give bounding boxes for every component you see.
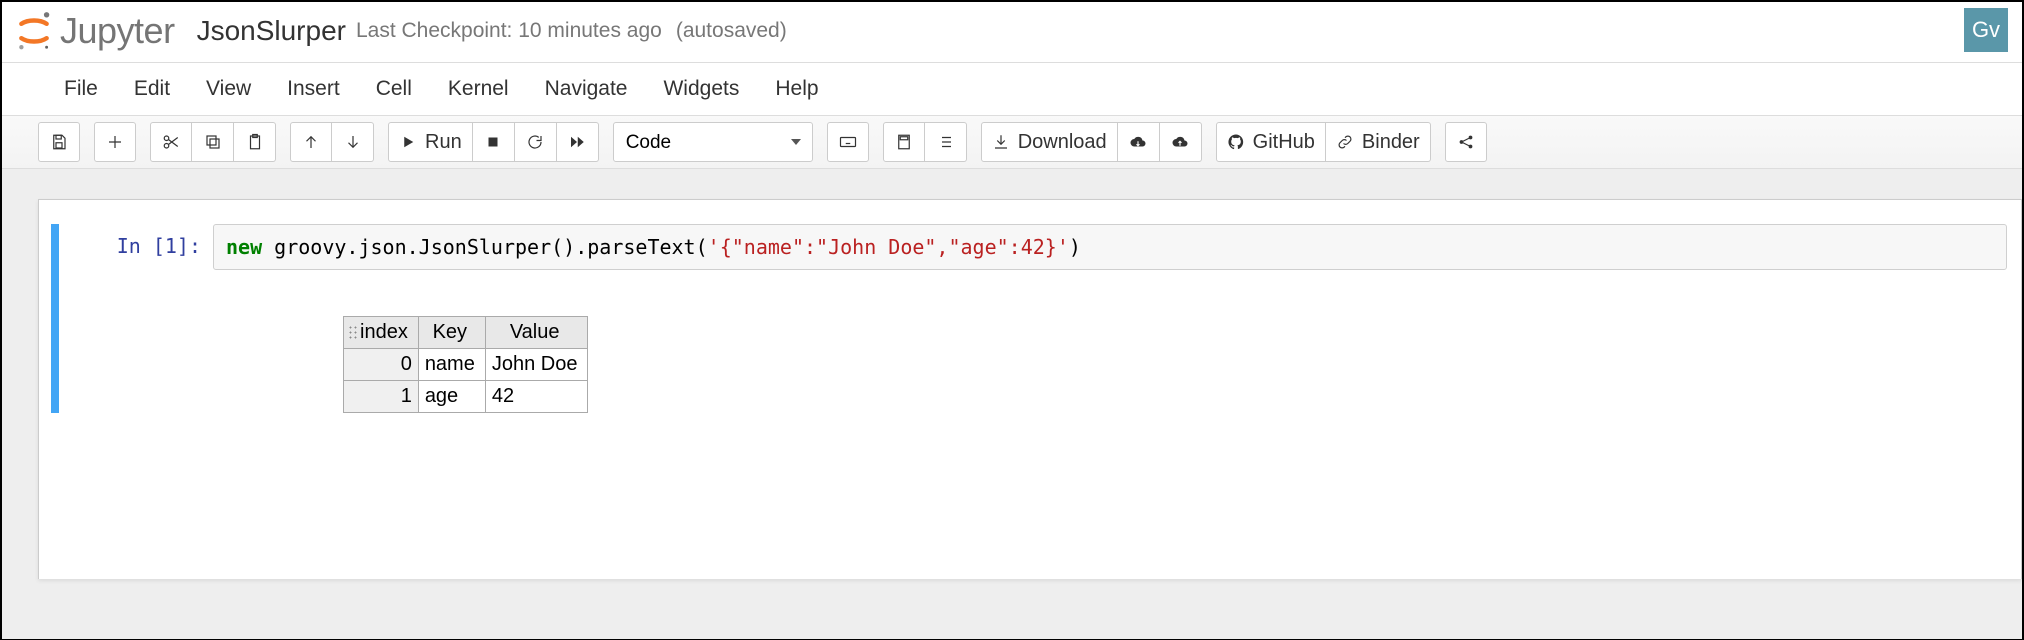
restart-run-all-button[interactable] <box>557 122 599 162</box>
run-label: Run <box>425 131 462 154</box>
menu-help[interactable]: Help <box>775 77 818 101</box>
menu-navigate[interactable]: Navigate <box>545 77 628 101</box>
cloud-download-button[interactable] <box>1118 122 1160 162</box>
kernel-badge[interactable]: Gv <box>1964 8 2008 52</box>
code-keyword: new <box>226 235 262 259</box>
download-icon <box>992 133 1010 151</box>
play-icon <box>399 133 417 151</box>
fast-forward-icon <box>568 133 586 151</box>
cell-value: John Doe <box>485 349 588 381</box>
refresh-icon <box>526 133 544 151</box>
list-icon <box>936 133 954 151</box>
code-string: '{"name":"John Doe","age":42}' <box>708 235 1069 259</box>
copy-icon <box>204 133 222 151</box>
cell-key: age <box>418 381 485 413</box>
download-button[interactable]: Download <box>981 122 1118 162</box>
scissors-icon <box>162 133 180 151</box>
cell-key: name <box>418 349 485 381</box>
link-icon <box>1336 133 1354 151</box>
header-bar: Jupyter JsonSlurper Last Checkpoint: 10 … <box>2 2 2022 63</box>
download-label: Download <box>1018 131 1107 154</box>
table-row: 1 age 42 <box>344 381 588 413</box>
input-prompt: In [1]: <box>63 224 213 258</box>
input-row: In [1]: new groovy.json.JsonSlurper().pa… <box>63 224 2007 270</box>
stop-icon <box>484 133 502 151</box>
output-block: index Key Value 0 name John Doe 1 <box>63 316 2007 413</box>
output-prompt-spacer <box>63 316 213 413</box>
output-table: index Key Value 0 name John Doe 1 <box>343 316 588 413</box>
code-mid: groovy.json.JsonSlurper().parseText( <box>262 235 708 259</box>
interrupt-button[interactable] <box>473 122 515 162</box>
github-label: GitHub <box>1253 131 1315 154</box>
code-cell[interactable]: In [1]: new groovy.json.JsonSlurper().pa… <box>39 224 2021 413</box>
list-button[interactable] <box>925 122 967 162</box>
jupyter-wordmark: Jupyter <box>60 10 175 52</box>
table-header-row: index Key Value <box>344 317 588 349</box>
cell-type-select[interactable]: Code <box>613 122 813 162</box>
clipboard-icon <box>246 133 264 151</box>
menu-cell[interactable]: Cell <box>376 77 412 101</box>
jupyter-planet-icon <box>16 11 52 51</box>
github-icon <box>1227 133 1245 151</box>
jupyter-logo[interactable]: Jupyter <box>16 10 175 52</box>
notebook-container: In [1]: new groovy.json.JsonSlurper().pa… <box>38 199 2022 579</box>
menu-widgets[interactable]: Widgets <box>663 77 739 101</box>
grip-icon <box>348 325 358 339</box>
run-button[interactable]: Run <box>388 122 473 162</box>
save-icon <box>50 133 68 151</box>
share-icon <box>1457 133 1475 151</box>
move-up-button[interactable] <box>290 122 332 162</box>
plus-icon <box>106 133 124 151</box>
notebook-work-area: In [1]: new groovy.json.JsonSlurper().pa… <box>2 169 2022 639</box>
cell-index: 0 <box>344 349 419 381</box>
notebook-title[interactable]: JsonSlurper <box>197 15 346 47</box>
command-palette-button[interactable] <box>827 122 869 162</box>
code-tail: ) <box>1069 235 1081 259</box>
menu-edit[interactable]: Edit <box>134 77 170 101</box>
restart-button[interactable] <box>515 122 557 162</box>
share-button[interactable] <box>1445 122 1487 162</box>
cut-button[interactable] <box>150 122 192 162</box>
output-content: index Key Value 0 name John Doe 1 <box>343 316 588 413</box>
copy-button[interactable] <box>192 122 234 162</box>
autosave-text: (autosaved) <box>676 19 787 43</box>
header-index: index <box>344 317 419 349</box>
paste-button[interactable] <box>234 122 276 162</box>
calc-button[interactable] <box>883 122 925 162</box>
keyboard-icon <box>839 133 857 151</box>
cell-value: 42 <box>485 381 588 413</box>
menu-file[interactable]: File <box>64 77 98 101</box>
menu-insert[interactable]: Insert <box>287 77 340 101</box>
arrow-down-icon <box>344 133 362 151</box>
cell-body: In [1]: new groovy.json.JsonSlurper().pa… <box>63 224 2021 413</box>
move-down-button[interactable] <box>332 122 374 162</box>
cell-selection-marker <box>51 224 59 413</box>
cloud-download-icon <box>1129 133 1147 151</box>
binder-label: Binder <box>1362 131 1420 154</box>
toolbar: Run Code Download <box>2 116 2022 169</box>
header-key: Key <box>418 317 485 349</box>
menu-view[interactable]: View <box>206 77 251 101</box>
table-row: 0 name John Doe <box>344 349 588 381</box>
menu-kernel[interactable]: Kernel <box>448 77 509 101</box>
calculator-icon <box>895 133 913 151</box>
github-button[interactable]: GitHub <box>1216 122 1326 162</box>
cell-index: 1 <box>344 381 419 413</box>
checkpoint-text: Last Checkpoint: 10 minutes ago <box>356 19 662 43</box>
save-button[interactable] <box>38 122 80 162</box>
insert-cell-button[interactable] <box>94 122 136 162</box>
header-value: Value <box>485 317 588 349</box>
menubar: File Edit View Insert Cell Kernel Naviga… <box>2 63 2022 116</box>
binder-button[interactable]: Binder <box>1326 122 1431 162</box>
cloud-upload-icon <box>1171 133 1189 151</box>
cloud-upload-button[interactable] <box>1160 122 1202 162</box>
arrow-up-icon <box>302 133 320 151</box>
code-input[interactable]: new groovy.json.JsonSlurper().parseText(… <box>213 224 2007 270</box>
